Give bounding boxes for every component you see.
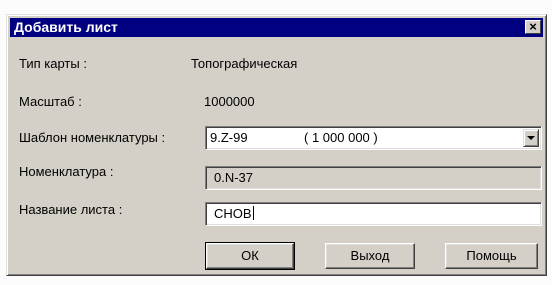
scale-value: 1000000: [204, 94, 255, 109]
chevron-down-icon: [527, 136, 535, 140]
nomenclature-field: 0.N-37: [205, 166, 542, 190]
template-dropdown-button[interactable]: [523, 129, 539, 147]
close-icon: ×: [529, 19, 537, 34]
map-type-value: Топографическая: [191, 56, 298, 71]
window-title: Добавить лист: [14, 19, 118, 35]
template-code: 9.Z-99: [210, 130, 248, 145]
template-combobox[interactable]: 9.Z-99 ( 1 000 000 ): [205, 126, 542, 150]
scale-label: Масштаб :: [19, 94, 82, 109]
text-caret: [252, 206, 254, 220]
sheet-name-label: Название листа :: [19, 202, 123, 217]
template-scale: ( 1 000 000 ): [304, 130, 378, 145]
nomenclature-value: 0.N-37: [214, 170, 254, 185]
map-type-label: Тип карты :: [19, 56, 87, 71]
title-bar[interactable]: Добавить лист ×: [10, 18, 543, 37]
close-button[interactable]: ×: [525, 20, 541, 34]
help-button[interactable]: Помощь: [445, 243, 538, 269]
template-label: Шаблон номенклатуры :: [19, 130, 166, 145]
sheet-name-input[interactable]: СНОВ: [205, 202, 542, 226]
add-sheet-dialog: Добавить лист × Тип карты : Топографичес…: [6, 14, 547, 276]
exit-button[interactable]: Выход: [325, 243, 415, 269]
ok-button[interactable]: ОК: [205, 242, 295, 270]
sheet-name-value: СНОВ: [214, 206, 252, 221]
nomenclature-label: Номенклатура :: [19, 164, 114, 179]
